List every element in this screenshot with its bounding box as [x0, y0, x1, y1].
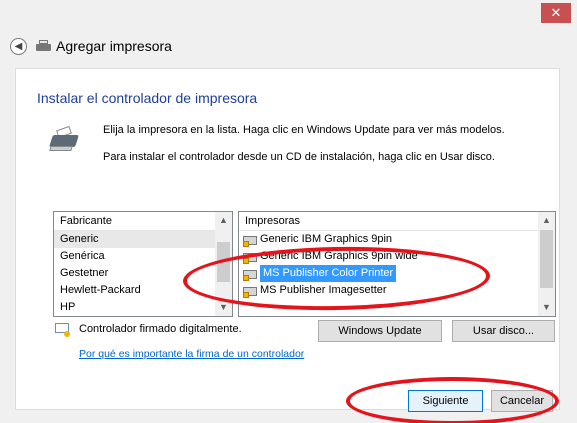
- back-arrow-icon: ◀: [14, 40, 23, 52]
- manufacturer-scrollbar[interactable]: ▲ ▼: [215, 212, 232, 316]
- manufacturer-item-generic[interactable]: Generic: [54, 231, 232, 248]
- wizard-header: ◀ Agregar impresora: [10, 34, 172, 58]
- scroll-down-icon[interactable]: ▼: [538, 299, 555, 316]
- manufacturer-item-hp[interactable]: HP: [54, 299, 232, 316]
- printer-list[interactable]: Impresoras Generic IBM Graphics 9pin Gen…: [238, 211, 556, 317]
- page-heading: Instalar el controlador de impresora: [37, 90, 258, 106]
- scroll-thumb[interactable]: [540, 230, 553, 288]
- cancel-button[interactable]: Cancelar: [491, 390, 553, 412]
- printer-driver-icon: [243, 268, 257, 281]
- wizard-title: Agregar impresora: [56, 38, 172, 54]
- printer-item[interactable]: MS Publisher Imagesetter: [239, 282, 555, 299]
- printer-list-header: Impresoras: [239, 212, 555, 231]
- back-button[interactable]: ◀: [10, 37, 27, 55]
- scroll-up-icon[interactable]: ▲: [538, 212, 555, 229]
- printer-item-selected[interactable]: MS Publisher Color Printer: [239, 265, 555, 282]
- manufacturer-item-generica[interactable]: Genérica: [54, 248, 232, 265]
- printer-item[interactable]: Generic IBM Graphics 9pin: [239, 231, 555, 248]
- scroll-thumb[interactable]: [217, 242, 230, 282]
- scroll-up-icon[interactable]: ▲: [215, 212, 232, 229]
- certificate-icon: [55, 323, 70, 337]
- signature-status: Controlador firmado digitalmente.: [55, 323, 242, 337]
- signature-status-text: Controlador firmado digitalmente.: [79, 323, 242, 335]
- printer-scrollbar[interactable]: ▲ ▼: [538, 212, 555, 316]
- scroll-down-icon[interactable]: ▼: [215, 299, 232, 316]
- manufacturer-list-header: Fabricante: [54, 212, 232, 231]
- manufacturer-list[interactable]: Fabricante Generic Genérica Gestetner He…: [53, 211, 233, 317]
- printer-item-label: MS Publisher Color Printer: [260, 265, 397, 282]
- title-bar: ✕: [0, 0, 577, 30]
- have-disk-button[interactable]: Usar disco...: [452, 320, 555, 342]
- signature-info-link[interactable]: Por qué es importante la firma de un con…: [79, 348, 304, 360]
- instruction-text-2: Para instalar el controlador desde un CD…: [103, 151, 495, 163]
- printer-item-label: MS Publisher Imagesetter: [260, 284, 387, 296]
- printer-item-label: Generic IBM Graphics 9pin wide: [260, 250, 418, 262]
- manufacturer-item-gestetner[interactable]: Gestetner: [54, 265, 232, 282]
- manufacturer-item-hewlett-packard[interactable]: Hewlett-Packard: [54, 282, 232, 299]
- printer-driver-icon: [243, 285, 257, 298]
- next-button[interactable]: Siguiente: [408, 390, 483, 412]
- windows-update-button[interactable]: Windows Update: [318, 320, 442, 342]
- instruction-text-1: Elija la impresora en la lista. Haga cli…: [103, 124, 505, 136]
- printer-large-icon: [48, 125, 84, 156]
- printer-icon: [36, 39, 51, 53]
- close-button[interactable]: ✕: [541, 3, 571, 23]
- printer-driver-icon: [243, 251, 257, 264]
- printer-driver-icon: [243, 234, 257, 247]
- printer-item-label: Generic IBM Graphics 9pin: [260, 233, 393, 245]
- printer-item[interactable]: Generic IBM Graphics 9pin wide: [239, 248, 555, 265]
- close-icon: ✕: [550, 5, 562, 20]
